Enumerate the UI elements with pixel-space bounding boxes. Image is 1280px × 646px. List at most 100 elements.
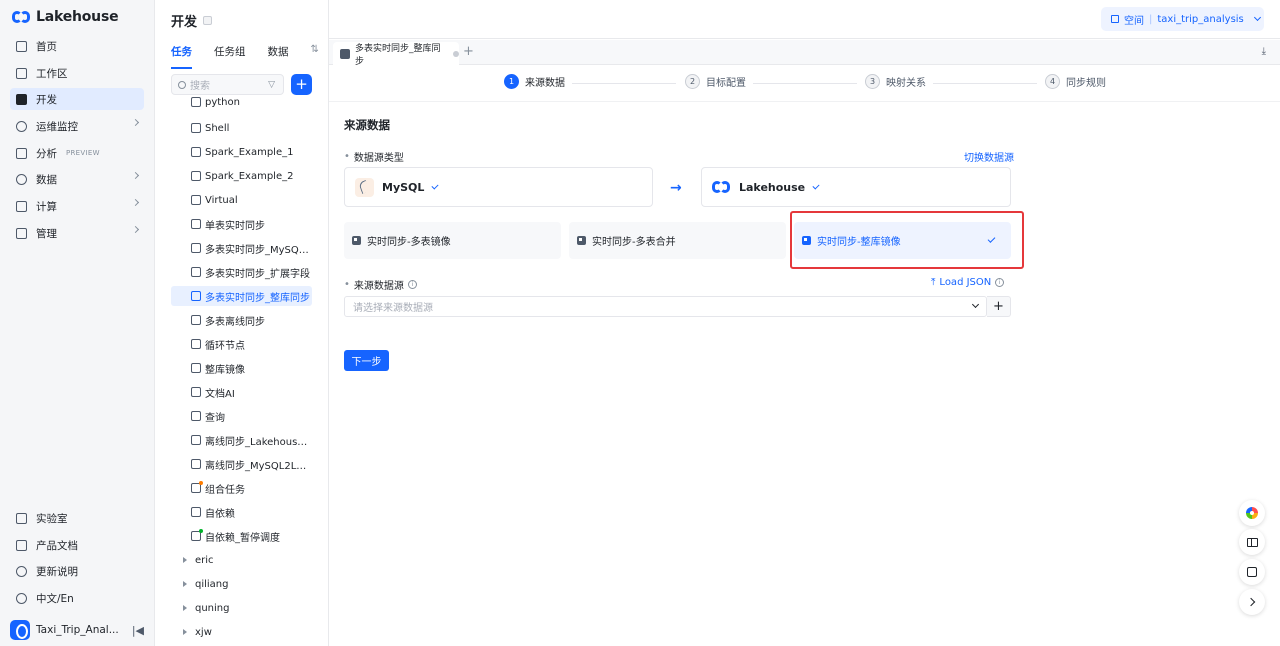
tree-item-label: 多表实时同步_扩展字段	[205, 268, 310, 280]
offline-sync-icon	[191, 459, 201, 469]
tab-tasks[interactable]: 任务	[171, 44, 192, 69]
collapse-sidebar-icon[interactable]: |◀	[132, 624, 144, 637]
filter-icon[interactable]: ▽	[268, 80, 275, 90]
tree-item[interactable]: 循环节点	[171, 334, 312, 354]
panel-toggle-icon[interactable]	[203, 16, 213, 25]
nav-item-lab[interactable]: 实验室	[10, 507, 144, 529]
tree-item[interactable]: 多表实时同步_MySQL...	[171, 238, 312, 258]
separator: |	[1149, 13, 1153, 25]
tree-item[interactable]: Spark_Example_1	[171, 142, 312, 162]
ai-assistant-button[interactable]	[1239, 500, 1265, 526]
nav-item-workspace[interactable]: 工作区	[10, 62, 144, 84]
tree-item[interactable]: Spark_Example_2	[171, 166, 312, 186]
tab-data[interactable]: 数据	[268, 44, 289, 64]
flask-icon	[16, 512, 27, 524]
editor-tab-active[interactable]: 多表实时同步_整库同步	[333, 42, 459, 67]
step-source-data[interactable]: 1 来源数据	[504, 74, 565, 89]
tree-item[interactable]: 查询	[171, 406, 312, 426]
tree-item[interactable]: 自依赖	[171, 502, 312, 522]
tree-item-selected[interactable]: 多表实时同步_整库同步	[171, 286, 312, 306]
sql-file-icon	[191, 411, 201, 421]
tree-tabs: 任务 任务组 数据 ⇅	[171, 44, 319, 69]
preview-badge: PREVIEW	[66, 149, 100, 157]
download-icon[interactable]: ⤓	[1262, 46, 1266, 57]
source-db-card[interactable]: MySQL	[344, 167, 653, 207]
offline-sync-icon	[191, 315, 201, 325]
realtime-sync-icon	[191, 291, 201, 301]
info-icon[interactable]: i	[407, 280, 417, 289]
tree-item[interactable]: 整库镜像	[171, 358, 312, 378]
offline-sync-icon	[191, 435, 201, 445]
step-number: 4	[1045, 74, 1060, 89]
tree-item[interactable]: 离线同步_MySQL2Lak...	[171, 454, 312, 474]
nav-item-manage[interactable]: 管理	[10, 222, 144, 244]
nav-item-language[interactable]: 中文/En	[10, 587, 144, 609]
editor-tabs-bar: 多表实时同步_整库同步 + ⤓	[329, 40, 1280, 67]
tree-folder[interactable]: quning	[171, 598, 312, 618]
source-datasource-select[interactable]: 请选择来源数据源	[344, 296, 987, 317]
load-json-link[interactable]: ⤒ Load JSON i	[931, 277, 1005, 288]
search-input[interactable]: 搜索 ▽	[171, 74, 284, 95]
unsaved-dot-icon[interactable]	[453, 50, 459, 57]
caret-right-icon	[183, 581, 187, 587]
app-logo[interactable]: Lakehouse	[12, 8, 119, 26]
clock-icon	[16, 565, 27, 577]
datasource-type-label: • 数据源类型	[344, 149, 404, 164]
caret-right-icon	[183, 629, 187, 635]
caret-right-icon	[183, 605, 187, 611]
tree-item-label: 自依赖	[205, 508, 235, 520]
expand-button[interactable]	[1239, 589, 1265, 615]
mode-option-multi-table-merge[interactable]: 实时同步-多表合并	[569, 222, 786, 259]
nav-item-compute[interactable]: 计算	[10, 195, 144, 217]
tree-item[interactable]: 多表离线同步	[171, 310, 312, 330]
book-icon	[16, 539, 27, 551]
tree-item[interactable]: Virtual	[171, 190, 312, 210]
tree-folder-label: quning	[195, 602, 230, 614]
docs-button[interactable]	[1239, 529, 1265, 555]
nav-item-analysis[interactable]: 分析 PREVIEW	[10, 142, 144, 164]
nav-item-home[interactable]: 首页	[10, 35, 144, 57]
tree-item[interactable]: python	[171, 96, 312, 112]
avatar	[10, 620, 30, 640]
group-task-icon	[191, 481, 203, 493]
next-step-button[interactable]: 下一步	[344, 350, 389, 371]
tree-folder[interactable]: xjw	[171, 622, 312, 642]
nav-item-data[interactable]: 数据	[10, 168, 144, 190]
tree-item[interactable]: 单表实时同步	[171, 214, 312, 234]
tree-item[interactable]: Shell	[171, 118, 312, 138]
add-datasource-button[interactable]: +	[987, 296, 1011, 317]
tree-item[interactable]: 离线同步_Lakehouse...	[171, 430, 312, 450]
user-account[interactable]: Taxi_Trip_Anal... |◀	[10, 619, 144, 641]
tree-item[interactable]: 多表实时同步_扩展字段	[171, 262, 312, 282]
caret-right-icon	[183, 557, 187, 563]
info-icon[interactable]: i	[995, 278, 1005, 287]
switch-datasource-link[interactable]: 切换数据源	[964, 149, 1014, 164]
step-mapping[interactable]: 3 映射关系	[865, 74, 926, 89]
nav-item-develop[interactable]: 开发	[10, 88, 144, 110]
nav-item-changelog[interactable]: 更新说明	[10, 560, 144, 582]
add-tab-button[interactable]: +	[463, 44, 474, 59]
sql-file-icon	[191, 529, 203, 541]
nav-item-docs[interactable]: 产品文档	[10, 534, 144, 556]
nav-item-monitoring[interactable]: 运维监控	[10, 115, 144, 137]
add-task-button[interactable]: +	[291, 74, 312, 95]
workspace-selector[interactable]: 空间 | taxi_trip_analysis	[1101, 7, 1264, 31]
sql-file-icon	[191, 507, 201, 517]
tree-folder-label: eric	[195, 554, 214, 566]
notes-button[interactable]	[1239, 559, 1265, 585]
search-icon	[178, 80, 186, 89]
tree-item[interactable]: 文档AI	[171, 382, 312, 402]
tab-task-groups[interactable]: 任务组	[214, 44, 246, 64]
tree-folder[interactable]: qiliang	[171, 574, 312, 594]
tree-folder[interactable]: eric	[171, 550, 312, 570]
sort-icon[interactable]: ⇅	[311, 44, 319, 64]
tree-item-label: 查询	[205, 412, 225, 424]
step-target-config[interactable]: 2 目标配置	[685, 74, 746, 89]
step-sync-rules[interactable]: 4 同步规则	[1045, 74, 1106, 89]
tree-item[interactable]: 自依赖_暂停调度	[171, 526, 312, 546]
mode-option-multi-table-mirror[interactable]: 实时同步-多表镜像	[344, 222, 561, 259]
target-db-card[interactable]: Lakehouse	[701, 167, 1011, 207]
lakehouse-logo-icon	[712, 180, 731, 195]
tree-item[interactable]: 组合任务	[171, 478, 312, 498]
step-connector	[753, 83, 857, 84]
